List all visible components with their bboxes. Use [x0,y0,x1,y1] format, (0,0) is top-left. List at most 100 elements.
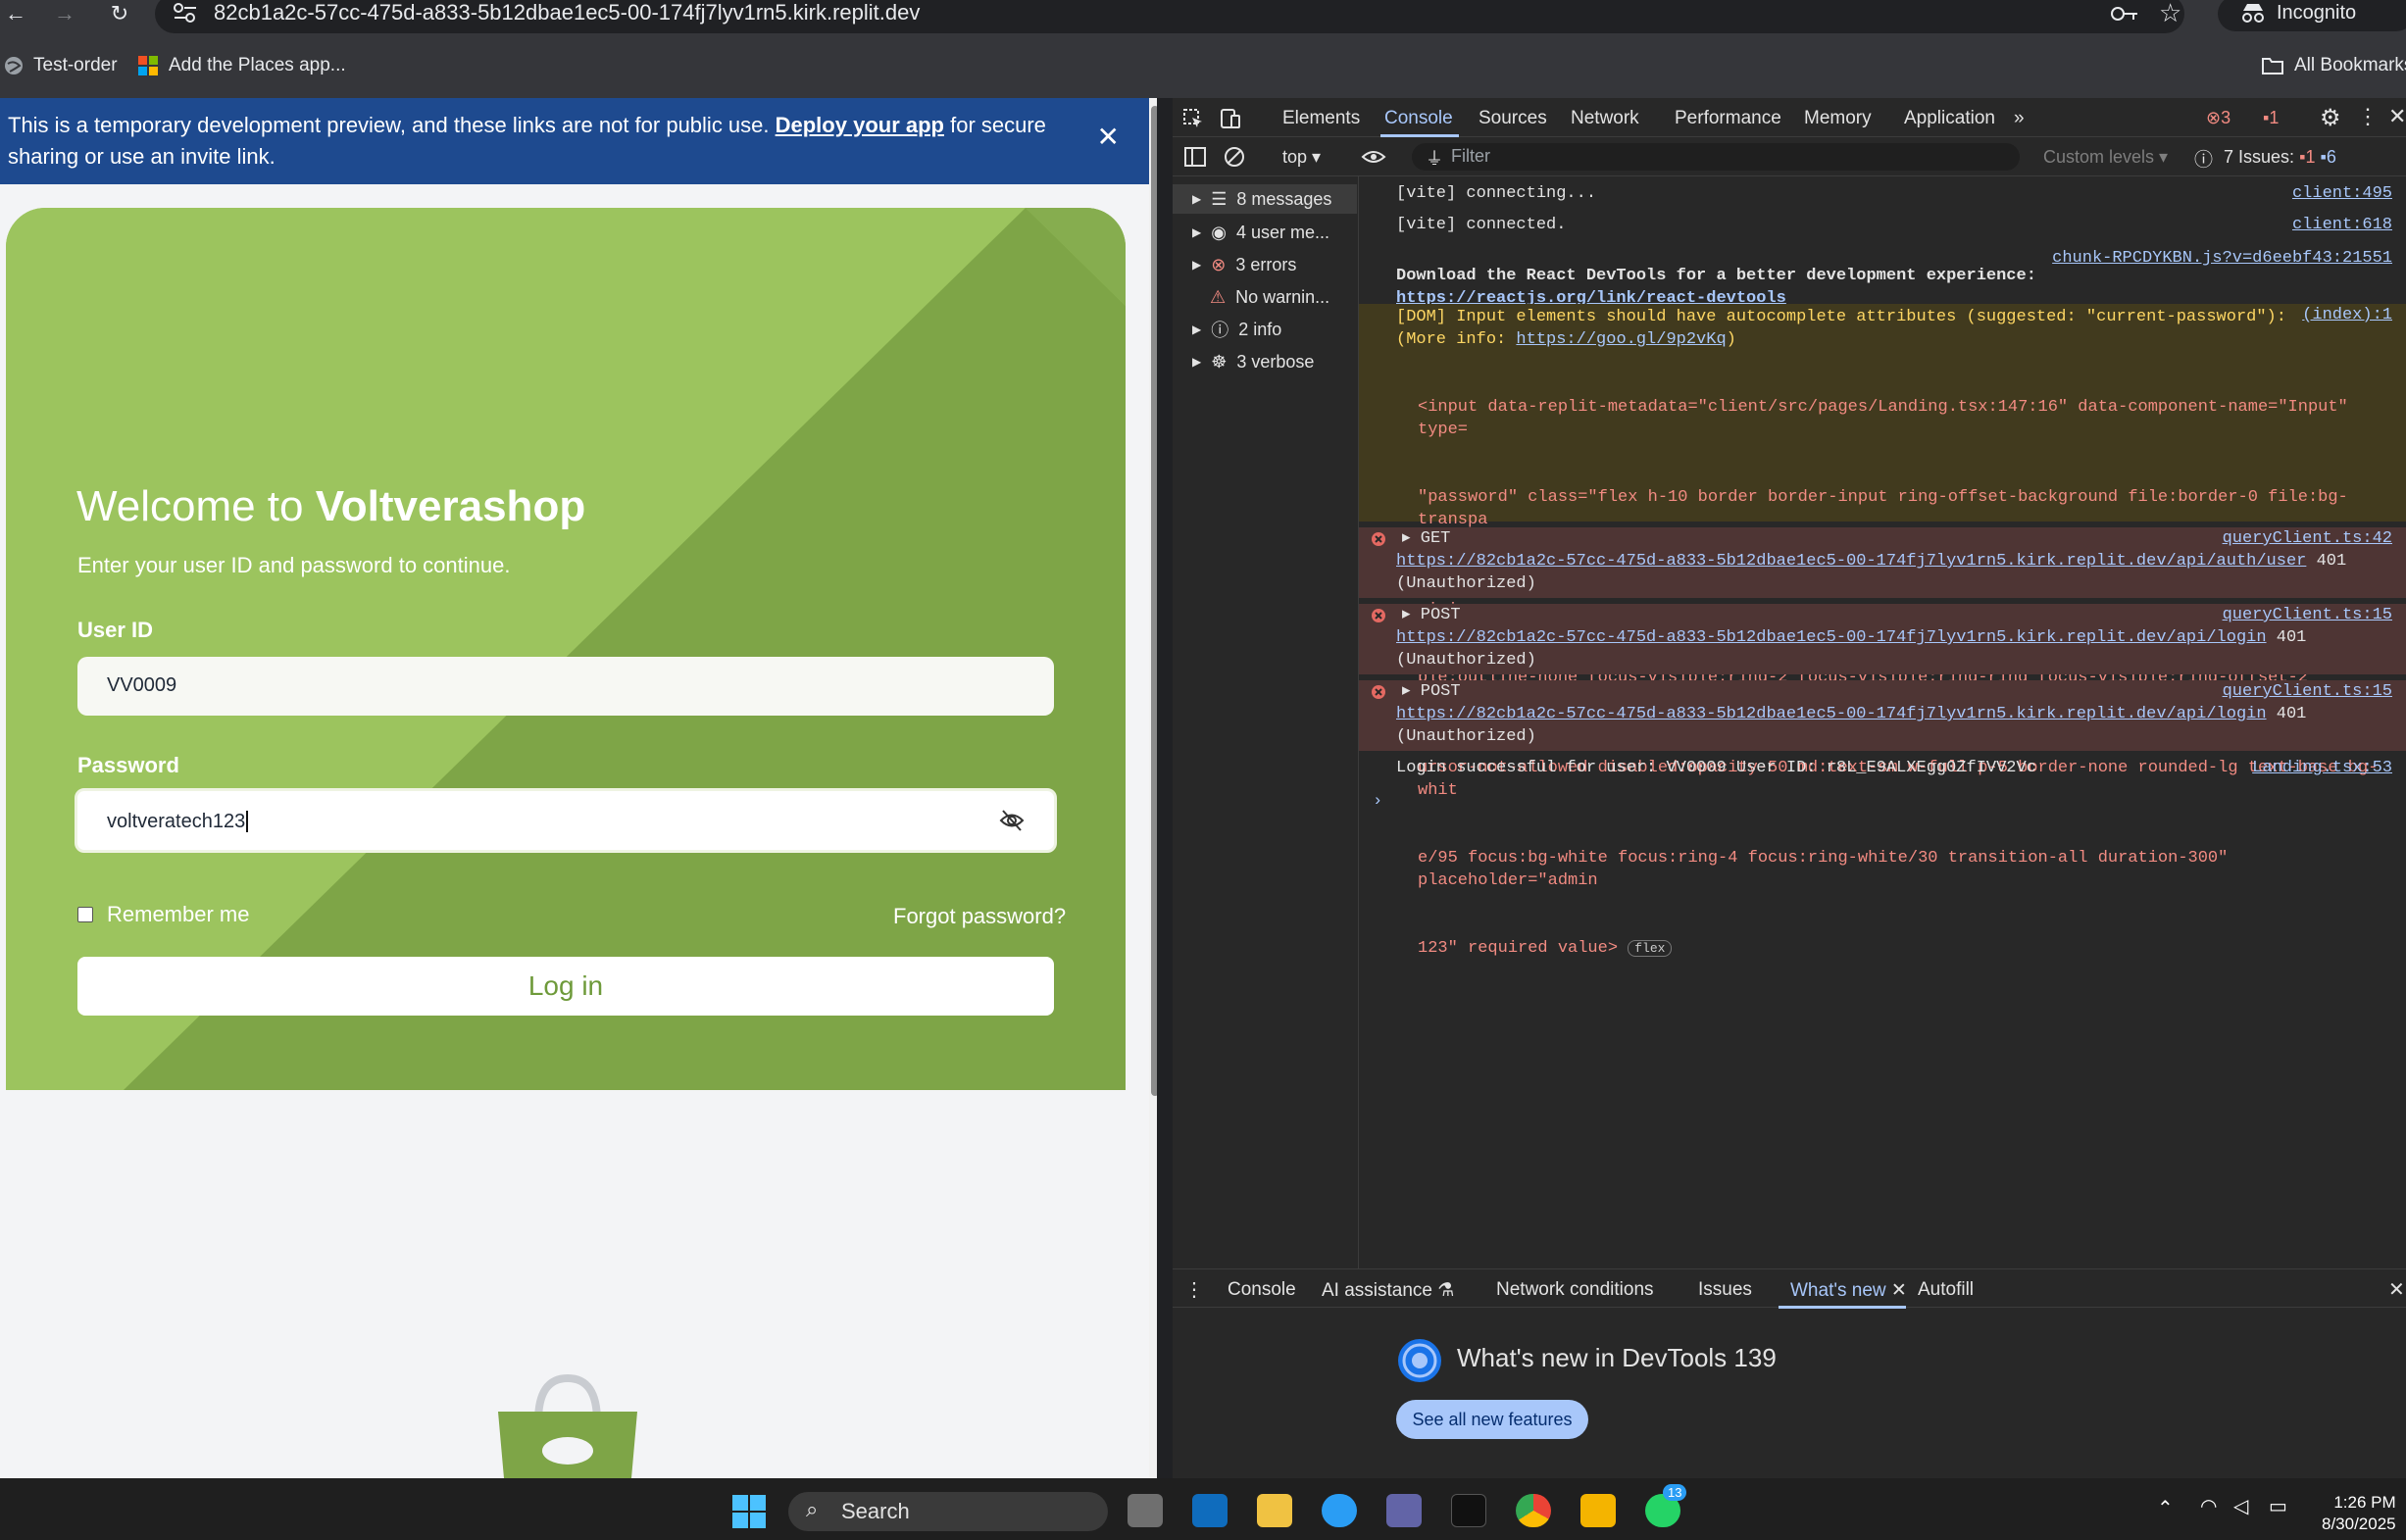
tab-application[interactable]: Application [1904,108,1995,129]
user-id-label: User ID [77,618,154,642]
password-input[interactable]: voltveratech123 [75,788,1057,853]
request-url-link[interactable]: https://82cb1a2c-57cc-475d-a833-5b12dbae… [1396,705,2267,723]
bookmark-places-app[interactable]: Add the Places app... [137,55,346,76]
bookmark-star-icon[interactable]: ☆ [2159,0,2181,28]
tab-performance[interactable]: Performance [1675,108,1781,129]
forgot-password-link[interactable]: Forgot password? [893,904,1066,929]
drawer-tab-console[interactable]: Console [1228,1279,1296,1301]
sidebar-item-warnings[interactable]: ⚠ No warnin... [1192,282,1329,312]
deploy-app-link[interactable]: Deploy your app [776,113,944,137]
error-count-badge[interactable]: ⊗3 [2206,108,2231,128]
more-info-link[interactable]: https://goo.gl/9p2vKq [1516,330,1726,349]
drawer-tab-ai-assistance[interactable]: AI assistance ⚗ [1322,1279,1454,1302]
reload-button[interactable]: ↻ [106,0,133,27]
live-expression-eye-icon[interactable] [1361,147,1386,167]
console-filter-input[interactable]: ⏚ Filter [1412,143,2020,171]
login-button[interactable]: Log in [77,957,1054,1016]
source-link[interactable]: queryClient.ts:42 [2223,527,2392,550]
filter-funnel-icon: ⏚ [1426,149,1443,169]
bookmarks-bar: Test-order Add the Places app... All Boo… [0,51,2406,82]
file-explorer-icon[interactable] [1257,1494,1292,1527]
clear-console-icon[interactable] [1224,146,1245,168]
page-scrollbar-thumb[interactable] [1151,106,1157,1096]
sidebar-item-info[interactable]: ▶ ⓘ 2 info [1192,315,1281,344]
remember-checkbox[interactable] [77,907,93,922]
sidebar-toggle-icon[interactable] [1184,147,1206,167]
incognito-badge[interactable]: Incognito [2218,0,2406,31]
info-icon: ⓘ [1211,321,1229,340]
warning-icon: ⚠ [1210,286,1227,307]
close-devtools-icon[interactable]: ✕ [2388,104,2406,129]
volume-icon[interactable]: ◁ [2233,1494,2248,1518]
edge-icon[interactable] [1322,1494,1357,1527]
remember-me[interactable]: Remember me [77,902,249,927]
teams-icon[interactable] [1386,1494,1422,1527]
show-hidden-icons-icon[interactable]: ⌃ [2157,1496,2174,1520]
issues-counter[interactable]: 7 Issues: ▪1 ▪6 [2224,147,2336,168]
more-tabs-icon[interactable]: » [2014,108,2025,129]
wifi-icon[interactable]: ◠ [2200,1494,2217,1518]
tab-console[interactable]: Console [1384,108,1453,129]
taskbar-search-box[interactable]: ⌕ Search [788,1492,1108,1531]
console-prompt[interactable]: › [1359,790,2406,816]
browser-toolbar: ← → ↻ 82cb1a2c-57cc-475d-a833-5b12dbae1e… [0,0,2406,33]
drawer-tab-issues[interactable]: Issues [1698,1279,1752,1301]
source-link[interactable]: queryClient.ts:15 [2223,604,2392,626]
close-drawer-icon[interactable]: ✕ [2388,1277,2405,1302]
password-value: voltveratech123 [107,811,246,832]
dom-snippet[interactable]: <input data-replit-metadata="client/src/… [1396,351,2406,1005]
forward-button[interactable]: → [51,0,78,27]
windows-start-icon[interactable] [731,1494,767,1529]
source-link[interactable]: chunk-RPCDYKBN.js?v=d6eebf43:21551 [2052,247,2392,270]
drawer-tab-network-conditions[interactable]: Network conditions [1496,1279,1654,1301]
tab-memory[interactable]: Memory [1804,108,1872,129]
more-options-icon[interactable]: ⋮ [2357,104,2379,129]
source-link[interactable]: client:495 [2292,182,2392,205]
terminal-app-icon[interactable] [1451,1494,1486,1527]
drawer-tab-whats-new[interactable]: What's new ✕ [1790,1279,1907,1302]
context-selector[interactable]: top ▾ [1282,147,1321,168]
request-url-link[interactable]: https://82cb1a2c-57cc-475d-a833-5b12dbae… [1396,628,2267,647]
drawer-tab-autofill[interactable]: Autofill [1918,1279,1974,1301]
eye-off-icon[interactable] [999,809,1025,832]
bookmark-test-order[interactable]: Test-order [4,55,118,76]
chrome-taskbar-icon[interactable] [1516,1494,1551,1527]
error-icon [1372,609,1385,622]
tab-network[interactable]: Network [1571,108,1639,129]
source-link[interactable]: queryClient.ts:15 [2223,680,2392,703]
request-url-link[interactable]: https://82cb1a2c-57cc-475d-a833-5b12dbae… [1396,552,2306,571]
warning-count-badge[interactable]: ▪1 [2263,108,2279,128]
banner-close-icon[interactable]: ✕ [1097,122,1120,153]
log-levels-dropdown[interactable]: Custom levels ▾ [2043,147,2168,168]
tab-elements[interactable]: Elements [1282,108,1360,129]
password-key-icon[interactable] [2110,2,2139,25]
url-text[interactable]: 82cb1a2c-57cc-475d-a833-5b12dbae1ec5-00-… [214,0,920,25]
clock[interactable]: 1:26 PM 8/30/2025 [2322,1492,2396,1535]
settings-gear-icon[interactable]: ⚙ [2320,104,2341,132]
drawer-menu-icon[interactable]: ⋮ [1184,1277,1204,1302]
outlook-icon[interactable] [1192,1494,1228,1527]
sidebar-item-user-messages[interactable]: ▶ ◉ 4 user me... [1192,218,1329,247]
sidebar-item-messages[interactable]: ▶ ☰ 8 messages [1173,184,1357,214]
flex-badge[interactable]: flex [1628,940,1673,957]
console-sidebar: ▶ ☰ 8 messages ▶ ◉ 4 user me... ▶ ⊗ 3 errors ⚠… [1173,176,1359,1268]
user-id-input[interactable]: VV0009 [77,657,1054,716]
site-info-icon[interactable] [173,2,198,24]
see-new-features-button[interactable]: See all new features [1396,1400,1588,1439]
task-view-icon[interactable] [1128,1494,1163,1527]
source-link[interactable]: client:618 [2292,214,2392,236]
device-toolbar-icon[interactable] [1220,108,1241,129]
windows-taskbar: ⌕ Search 13 ⌃ ◠ ◁ ▭ 1:26 PM 8/30/2025 [0,1478,2406,1540]
issues-info-icon[interactable]: ⓘ [2194,145,2213,172]
sidebar-item-errors[interactable]: ▶ ⊗ 3 errors [1192,250,1296,279]
tab-sources[interactable]: Sources [1479,108,1547,129]
back-button[interactable]: ← [2,0,29,27]
sidebar-item-verbose[interactable]: ▶ ☸ 3 verbose [1192,347,1314,376]
source-link[interactable]: Landing.tsx:53 [2252,757,2392,779]
battery-icon[interactable]: ▭ [2269,1494,2287,1518]
inspect-element-icon[interactable] [1182,108,1204,129]
address-bar[interactable]: 82cb1a2c-57cc-475d-a833-5b12dbae1ec5-00-… [155,0,2184,33]
all-bookmarks[interactable]: All Bookmarks [2261,55,2406,76]
source-link[interactable]: (index):1 [2302,304,2392,326]
sticky-notes-icon[interactable] [1580,1494,1616,1527]
